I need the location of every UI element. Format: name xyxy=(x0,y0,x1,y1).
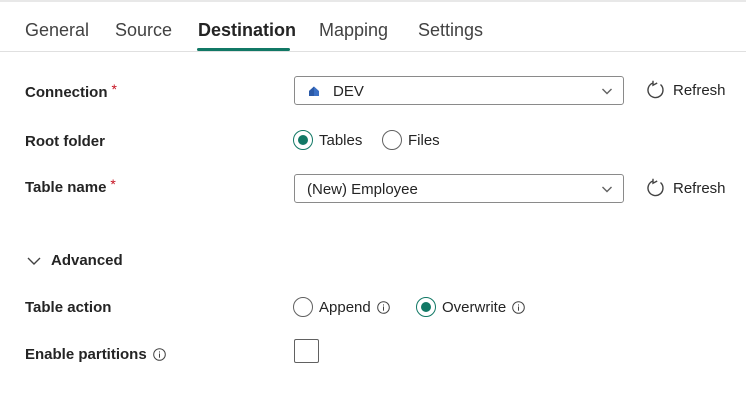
required-marker: * xyxy=(111,80,117,97)
radio-append-label: Append xyxy=(319,298,371,316)
tab-mapping[interactable]: Mapping xyxy=(319,20,388,41)
connection-refresh-button[interactable]: Refresh xyxy=(646,80,726,100)
enable-partitions-label-text: Enable partitions xyxy=(25,346,147,363)
radio-append[interactable] xyxy=(293,297,313,317)
root-folder-files-option[interactable]: Files xyxy=(382,130,440,150)
table-action-label: Table action xyxy=(25,299,111,316)
active-tab-indicator xyxy=(197,48,290,51)
connection-dropdown[interactable]: DEV xyxy=(294,76,624,105)
advanced-label: Advanced xyxy=(51,252,123,269)
table-action-overwrite-option[interactable]: Overwrite xyxy=(416,297,525,317)
radio-tables-label: Tables xyxy=(319,131,363,149)
table-name-label-text: Table name xyxy=(25,179,107,196)
tab-source[interactable]: Source xyxy=(115,20,172,41)
connection-value: DEV xyxy=(333,83,364,100)
table-name-label: Table name * xyxy=(25,175,116,197)
tab-general[interactable]: General xyxy=(25,20,89,41)
radio-files-label: Files xyxy=(408,131,440,149)
table-name-value: (New) Employee xyxy=(307,181,418,198)
required-marker: * xyxy=(110,175,116,192)
radio-overwrite-label: Overwrite xyxy=(442,298,507,316)
enable-partitions-label: Enable partitions xyxy=(25,346,166,363)
info-icon[interactable] xyxy=(512,300,525,314)
root-folder-tables-option[interactable]: Tables xyxy=(293,130,362,150)
info-icon[interactable] xyxy=(376,300,390,314)
root-folder-label-text: Root folder xyxy=(25,133,105,150)
table-name-refresh-label: Refresh xyxy=(673,179,726,197)
tab-settings[interactable]: Settings xyxy=(418,20,483,41)
table-name-refresh-button[interactable]: Refresh xyxy=(646,178,726,198)
refresh-icon xyxy=(647,80,664,99)
advanced-toggle[interactable]: Advanced xyxy=(27,252,123,269)
radio-tables[interactable] xyxy=(293,130,313,150)
tab-destination[interactable]: Destination xyxy=(198,20,296,41)
table-name-dropdown[interactable]: (New) Employee xyxy=(294,174,624,203)
table-action-label-text: Table action xyxy=(25,299,112,316)
chevron-down-icon xyxy=(602,186,612,193)
root-folder-label: Root folder xyxy=(25,133,105,150)
database-icon xyxy=(309,86,319,96)
connection-label-text: Connection xyxy=(25,84,108,101)
info-icon[interactable] xyxy=(152,348,166,361)
enable-partitions-checkbox[interactable] xyxy=(294,339,319,363)
connection-label: Connection * xyxy=(25,80,117,102)
radio-overwrite[interactable] xyxy=(416,297,436,317)
chevron-down-icon xyxy=(27,257,41,265)
refresh-icon xyxy=(647,178,664,197)
chevron-down-icon xyxy=(602,88,612,95)
tab-bar: General Source Destination Mapping Setti… xyxy=(0,0,746,52)
table-action-append-option[interactable]: Append xyxy=(293,297,390,317)
connection-refresh-label: Refresh xyxy=(673,81,726,99)
radio-files[interactable] xyxy=(382,130,402,150)
